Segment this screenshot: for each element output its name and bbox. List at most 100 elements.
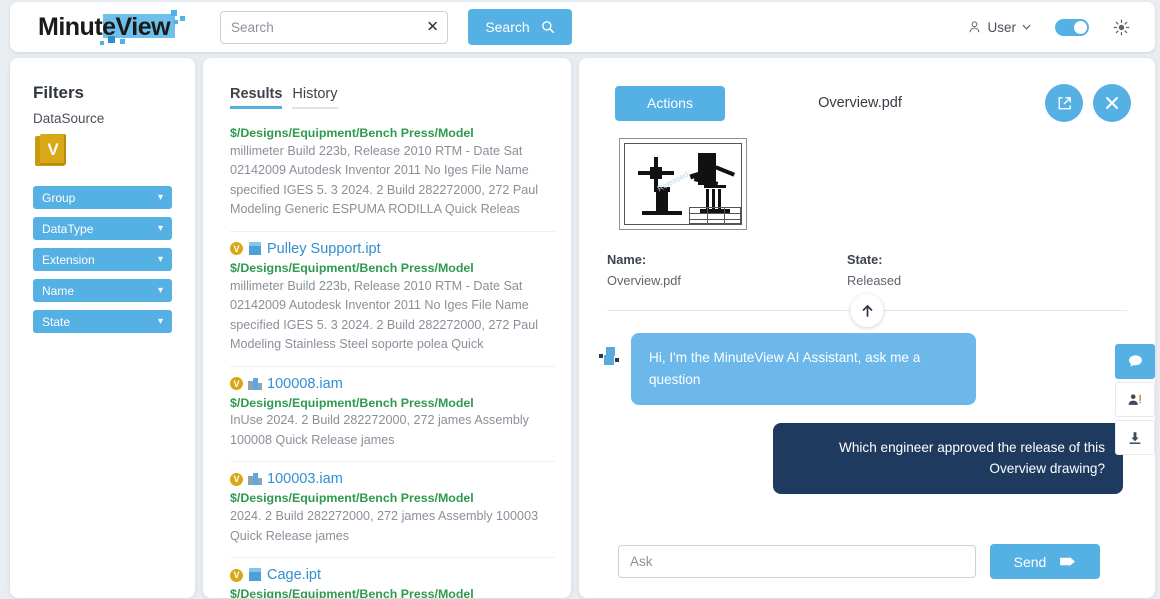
side-tab-download[interactable] <box>1115 420 1155 455</box>
tab-results[interactable]: Results <box>230 86 283 109</box>
vault-icon-letter: V <box>40 134 66 165</box>
list-item[interactable]: V 100003.iam $/Designs/Equipment/Bench P… <box>230 462 555 559</box>
assembly-file-icon <box>248 472 262 486</box>
user-message-text: Which engineer approved the release of t… <box>773 422 1123 494</box>
detail-header: Actions Overview.pdf <box>579 58 1155 122</box>
result-title[interactable]: Pulley Support.ipt <box>267 241 381 257</box>
sun-icon[interactable] <box>1113 19 1130 36</box>
result-description: InUse 2024. 2 Build 282272000, 272 james… <box>230 413 529 447</box>
filters-title: Filters <box>33 83 85 102</box>
autodesk-vault-icon[interactable]: V <box>35 134 71 170</box>
result-description: millimeter Build 223b, Release 2010 RTM … <box>230 143 539 217</box>
chevron-down-icon: ▾ <box>157 223 163 234</box>
right-side-tab-strip <box>1115 344 1155 458</box>
chevron-down-icon: ▾ <box>157 254 163 265</box>
result-description: millimeter Build 223b, Release 2010 RTM … <box>230 278 539 352</box>
chat-input[interactable] <box>618 545 976 578</box>
side-tab-chat[interactable] <box>1115 344 1155 379</box>
chat-icon <box>1128 355 1142 367</box>
chevron-down-icon <box>1022 24 1031 30</box>
external-link-icon <box>1058 96 1071 109</box>
vault-badge-icon: V <box>230 472 243 486</box>
assembly-file-icon <box>248 377 262 391</box>
user-menu[interactable]: User <box>968 20 1031 35</box>
part-file-icon <box>248 568 262 582</box>
download-icon <box>1129 431 1141 444</box>
metadata-state-label: State: <box>847 252 883 267</box>
clear-search-icon[interactable]: ✕ <box>426 20 439 35</box>
send-button[interactable]: Send <box>990 544 1100 579</box>
filter-datatype[interactable]: DataType ▾ <box>33 217 172 240</box>
tab-history[interactable]: History <box>292 86 338 109</box>
logo-text-view: View <box>115 13 171 41</box>
list-item[interactable]: V Cage.ipt $/Designs/Equipment/Bench Pre… <box>230 558 555 598</box>
result-header: V 100008.iam <box>230 376 555 392</box>
person-icon <box>970 21 980 33</box>
assistant-avatar-icon <box>599 347 621 369</box>
chevron-down-icon: ▾ <box>157 192 163 203</box>
theme-toggle-switch[interactable] <box>1055 18 1089 36</box>
logo-pixel-icon <box>120 39 125 44</box>
part-file-icon <box>248 241 262 256</box>
list-item[interactable]: V Pulley Support.ipt $/Designs/Equipment… <box>230 232 555 367</box>
search-button-label: Search <box>485 19 530 35</box>
result-title[interactable]: 100008.iam <box>267 376 343 392</box>
results-panel: Results History $/Designs/Equipment/Benc… <box>203 58 571 598</box>
result-path: $/Designs/Equipment/Bench Press/Model <box>230 260 474 275</box>
list-item[interactable]: $/Designs/Equipment/Bench Press/Model mi… <box>230 116 555 232</box>
filter-extension-label: Extension <box>42 252 95 267</box>
logo-text-minute: Minute <box>38 13 116 41</box>
send-button-label: Send <box>1013 553 1047 570</box>
metadata-name-label: Name: <box>607 252 647 267</box>
result-header: V 100003.iam <box>230 471 555 487</box>
search-button[interactable]: Search <box>468 9 572 45</box>
app-header: MinuteView ✕ Search User <box>10 2 1155 52</box>
result-header: V Pulley Support.ipt <box>230 241 555 257</box>
logo-pixel-icon <box>174 20 178 24</box>
chat-thread: Hi, I'm the MinuteView AI Assistant, ask… <box>599 333 1123 494</box>
logo-pixel-icon <box>180 16 185 21</box>
chevron-down-icon: ▾ <box>157 316 163 327</box>
datasource-label: DataSource <box>33 111 105 126</box>
filter-name[interactable]: Name ▾ <box>33 279 172 302</box>
result-description: 2024. 2 Build 282272000, 272 james Assem… <box>230 509 539 543</box>
status-badge: Released <box>847 273 902 288</box>
section-divider <box>607 294 1127 327</box>
chat-message-assistant: Hi, I'm the MinuteView AI Assistant, ask… <box>599 333 1123 405</box>
result-title[interactable]: 100003.iam <box>267 471 343 487</box>
metadata-row: Name: Overview.pdf State: Released <box>607 252 1155 288</box>
result-path: $/Designs/Equipment/Bench Press/Model <box>230 126 474 140</box>
close-detail-button[interactable] <box>1093 84 1131 122</box>
logo-pixel-icon <box>100 41 104 45</box>
filter-extension[interactable]: Extension ▾ <box>33 248 172 271</box>
vault-badge-icon: V <box>230 242 243 256</box>
list-item[interactable]: V 100008.iam $/Designs/Equipment/Bench P… <box>230 367 555 463</box>
vault-badge-icon: V <box>230 568 243 582</box>
document-title: Overview.pdf <box>818 95 902 111</box>
collapse-details-button[interactable] <box>850 294 884 327</box>
assistant-message-text: Hi, I'm the MinuteView AI Assistant, ask… <box>631 333 976 405</box>
detail-panel: Actions Overview.pdf Released Name: Over… <box>579 58 1155 598</box>
app-logo: MinuteView <box>38 10 188 45</box>
search-input[interactable] <box>220 10 448 44</box>
logo-pixel-icon <box>171 10 177 16</box>
filter-state-label: State <box>42 314 71 329</box>
drawing-thumbnail[interactable]: Released <box>619 138 747 230</box>
filter-button-list: Group ▾ DataType ▾ Extension ▾ Name ▾ St… <box>10 186 195 333</box>
person-add-icon <box>1128 393 1141 405</box>
metadata-name-value: Overview.pdf <box>607 273 681 288</box>
chat-input-row: Send <box>618 544 1100 579</box>
chevron-down-icon: ▾ <box>157 285 163 296</box>
side-tab-contact[interactable] <box>1115 382 1155 417</box>
result-path: $/Designs/Equipment/Bench Press/Model <box>230 395 474 410</box>
results-tabs: Results History <box>203 58 571 109</box>
arrow-up-icon <box>862 304 872 317</box>
filter-state[interactable]: State ▾ <box>33 310 172 333</box>
result-path: $/Designs/Equipment/Bench Press/Model <box>230 587 474 598</box>
filter-group[interactable]: Group ▾ <box>33 186 172 209</box>
result-title[interactable]: Cage.ipt <box>267 567 321 583</box>
filter-group-label: Group <box>42 190 76 205</box>
filters-sidebar: Filters DataSource V Group ▾ DataType ▾ … <box>10 58 195 598</box>
logo-pixel-icon <box>108 36 115 43</box>
open-external-button[interactable] <box>1045 84 1083 122</box>
